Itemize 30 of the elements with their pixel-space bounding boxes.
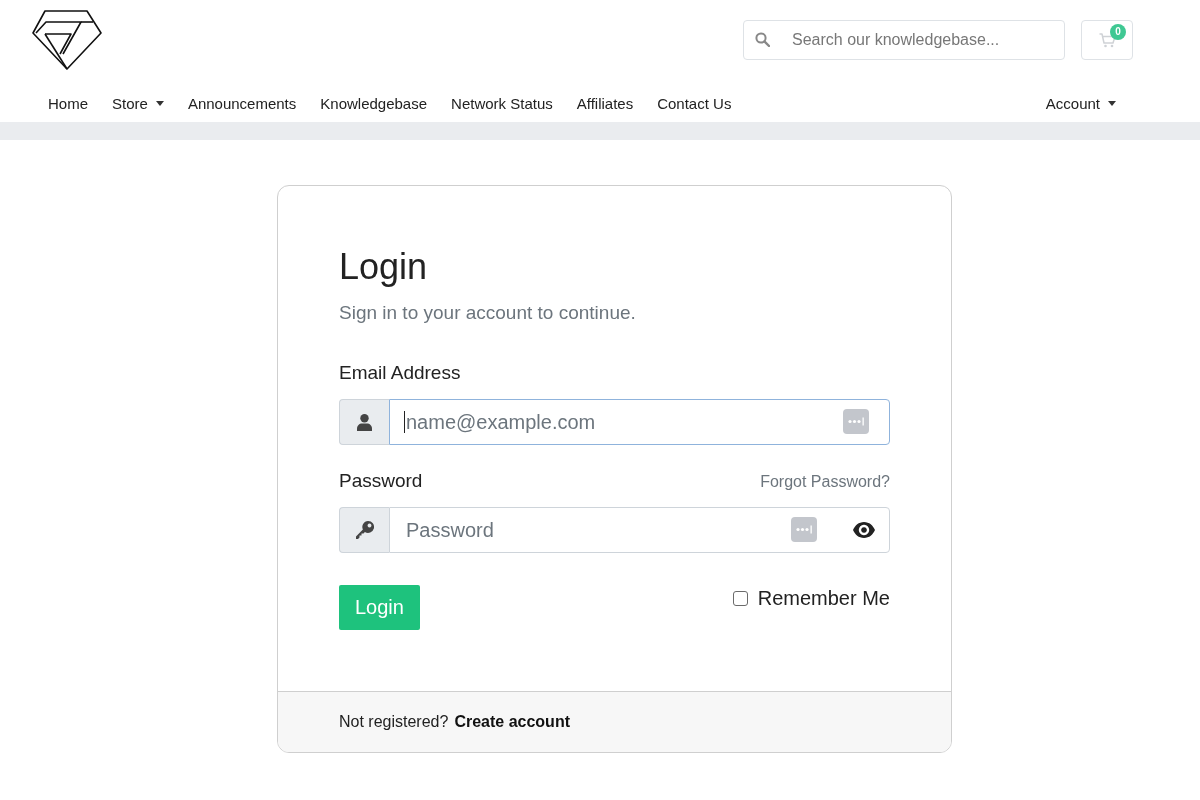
nav-link[interactable]: Store: [100, 93, 176, 114]
nav-link[interactable]: Account: [1033, 93, 1128, 114]
password-dots-icon[interactable]: [843, 409, 869, 434]
password-dots-icon[interactable]: [791, 517, 817, 542]
text-cursor-icon: [404, 411, 405, 433]
footer-text: Not registered?: [339, 713, 449, 731]
search-icon: [755, 32, 770, 47]
nav-link[interactable]: Home: [36, 93, 100, 114]
create-account-link[interactable]: Create account: [454, 713, 570, 731]
field-label: Password: [339, 469, 423, 493]
nav-link[interactable]: Announcements: [175, 93, 309, 114]
nav-link[interactable]: Knowledgebase: [308, 93, 440, 114]
forgot-password-link[interactable]: Forgot Password?: [760, 473, 890, 491]
key-icon: [355, 521, 374, 539]
nav-link[interactable]: Affiliates: [564, 93, 646, 114]
field-label: Email Address: [339, 361, 461, 385]
nav-link[interactable]: Contact Us: [645, 93, 744, 114]
person-icon: [357, 413, 372, 431]
remember-checkbox[interactable]: [732, 590, 748, 606]
password-field[interactable]: Password: [389, 507, 890, 553]
eye-icon[interactable]: [853, 522, 875, 538]
cart-count-badge: 0: [1110, 24, 1126, 40]
email-field[interactable]: name@example.com: [389, 399, 890, 445]
login-subtitle: Sign in to your account to continue.: [339, 301, 637, 325]
remember-label[interactable]: Remember Me: [757, 586, 890, 610]
cart-icon: [1098, 32, 1116, 48]
login-title: Login: [339, 245, 429, 289]
diamond-logo[interactable]: [32, 10, 102, 70]
nav-link[interactable]: Network Status: [439, 93, 565, 114]
search-field[interactable]: Search our knowledgebase...: [743, 20, 1065, 60]
